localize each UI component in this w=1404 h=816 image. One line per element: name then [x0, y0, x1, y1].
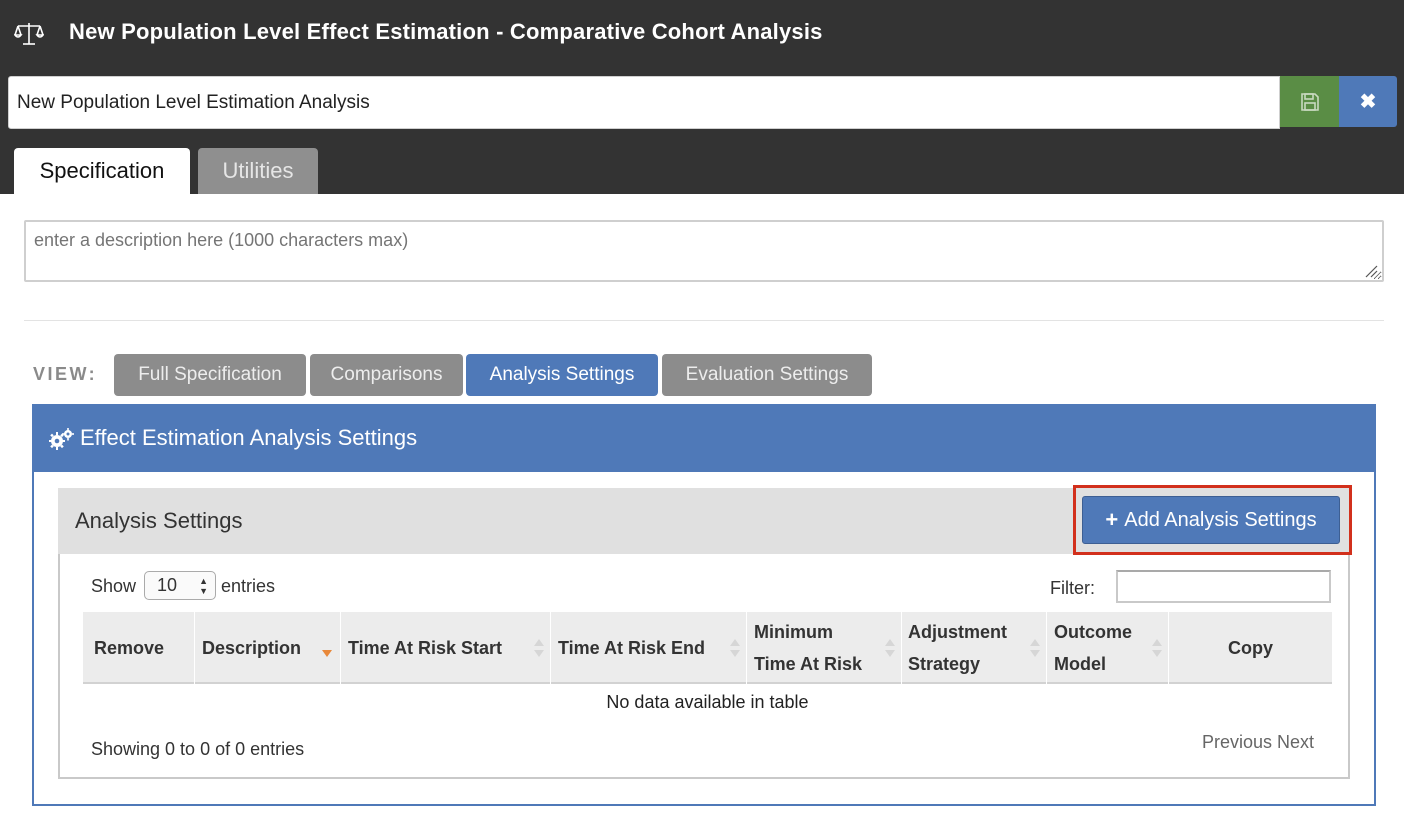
save-icon — [1300, 92, 1319, 111]
column-label: Time At Risk End — [558, 638, 706, 658]
show-label: Show — [91, 576, 137, 596]
column-label: Adjustment Strategy — [908, 616, 1007, 680]
sort-icon — [1152, 639, 1162, 657]
column-label-line: Adjustment — [908, 622, 1007, 642]
panel-title: Effect Estimation Analysis Settings — [80, 425, 418, 450]
analysis-settings-title: Analysis Settings — [75, 508, 243, 533]
description-textarea[interactable] — [24, 220, 1384, 282]
column-header-minimum-time-at-risk[interactable]: Minimum Time At Risk — [747, 612, 902, 684]
sort-icon — [534, 639, 544, 657]
view-full-specification-button[interactable]: Full Specification — [114, 354, 306, 396]
cogs-icon — [49, 428, 74, 450]
column-label: Copy — [1228, 638, 1273, 658]
filter-label: Filter: — [1050, 578, 1095, 598]
column-header-time-at-risk-end[interactable]: Time At Risk End — [551, 612, 747, 684]
button-label: Evaluation Settings — [685, 364, 849, 385]
column-header-description[interactable]: Description — [195, 612, 341, 684]
sort-icon — [885, 639, 895, 657]
pagination: Previous Next — [1202, 732, 1314, 753]
analysis-name-input[interactable] — [8, 76, 1280, 129]
close-icon: ✖ — [1359, 91, 1377, 113]
balance-scale-icon — [14, 23, 44, 45]
column-label: Description — [202, 638, 302, 658]
tab-specification[interactable]: Specification — [14, 148, 190, 194]
filter-input[interactable] — [1116, 570, 1331, 603]
empty-table-message: No data available in table — [606, 692, 809, 712]
column-label: Remove — [94, 638, 165, 658]
previous-page-button[interactable]: Previous — [1202, 732, 1272, 752]
plus-icon: + — [1105, 507, 1119, 532]
column-label: Minimum Time At Risk — [754, 616, 862, 680]
column-label-line: Minimum — [754, 622, 833, 642]
column-header-outcome-model[interactable]: Outcome Model — [1047, 612, 1169, 684]
column-label-line: Strategy — [908, 654, 981, 674]
tab-label: Utilities — [222, 158, 294, 183]
column-label-line: Time At Risk — [754, 654, 863, 674]
column-header-copy[interactable]: Copy — [1169, 612, 1332, 684]
column-header-time-at-risk-start[interactable]: Time At Risk Start — [341, 612, 551, 684]
page-title: New Population Level Effect Estimation -… — [69, 19, 823, 44]
column-header-remove[interactable]: Remove — [83, 612, 195, 684]
column-header-adjustment-strategy[interactable]: Adjustment Strategy — [902, 612, 1047, 684]
view-comparisons-button[interactable]: Comparisons — [310, 354, 463, 396]
panel-header: Effect Estimation Analysis Settings — [32, 404, 1376, 472]
next-page-button[interactable]: Next — [1277, 732, 1314, 752]
button-label: Comparisons — [330, 364, 443, 385]
page-length-select[interactable]: 10 ▲ ▼ — [144, 571, 216, 600]
sort-icon — [730, 639, 740, 657]
column-label: Time At Risk Start — [348, 638, 503, 658]
add-analysis-settings-button[interactable]: + Add Analysis Settings — [1082, 496, 1340, 544]
tab-label: Specification — [39, 158, 165, 183]
column-label: Outcome Model — [1054, 616, 1132, 680]
save-button[interactable] — [1280, 76, 1339, 127]
tab-utilities[interactable]: Utilities — [198, 148, 318, 194]
column-label-line: Model — [1054, 654, 1106, 674]
button-label: Analysis Settings — [489, 364, 635, 385]
view-analysis-settings-button[interactable]: Analysis Settings — [466, 354, 658, 396]
view-label: VIEW: — [33, 364, 98, 384]
button-label: Add Analysis Settings — [1124, 508, 1317, 531]
sort-icon — [1030, 639, 1040, 657]
view-evaluation-settings-button[interactable]: Evaluation Settings — [662, 354, 872, 396]
sort-descending-icon — [322, 650, 332, 657]
entries-label: entries — [221, 576, 276, 596]
close-button[interactable]: ✖ — [1339, 76, 1397, 127]
column-label-line: Outcome — [1054, 622, 1133, 642]
button-label: Full Specification — [138, 364, 282, 385]
resize-handle-icon[interactable] — [1362, 262, 1378, 278]
table-info: Showing 0 to 0 of 0 entries — [91, 739, 305, 759]
select-arrows-icon: ▲ ▼ — [199, 576, 208, 596]
divider — [24, 320, 1384, 321]
page-length-value: 10 — [157, 575, 178, 595]
